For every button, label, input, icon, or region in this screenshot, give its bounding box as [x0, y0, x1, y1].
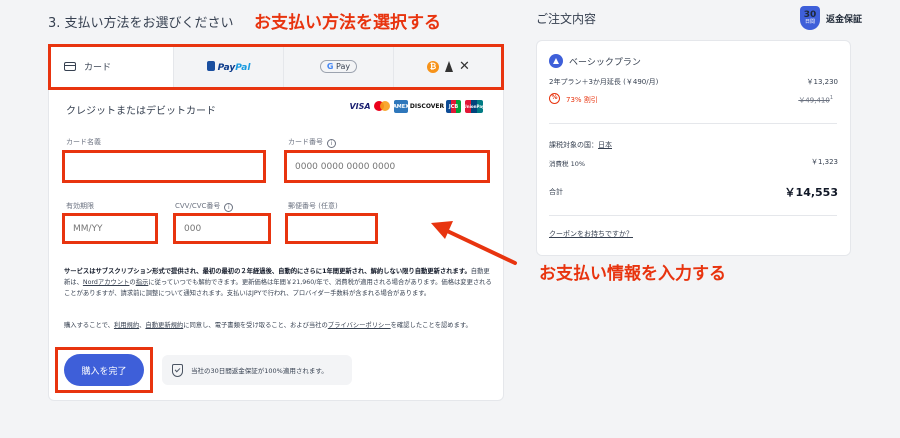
cvv-label: CVV/CVC番号 [175, 202, 221, 210]
postal-code-input[interactable] [285, 213, 378, 244]
total-label: 合計 [549, 188, 563, 196]
total-amount: ￥14,553 [784, 186, 838, 199]
consent-notice: 購入することで、利用規約、自動更新規約に同意し、電子書類を受け取ること、および当… [64, 320, 492, 331]
card-number-label-wrap: カード番号 i [288, 137, 336, 148]
mastercard-logo [374, 100, 390, 113]
plan-detail: 2年プラン＋3か月延長 (￥490/月) [549, 78, 659, 86]
guarantee-unit: 日間 [804, 19, 815, 25]
jcb-logo: JCB [446, 100, 461, 113]
consent-text-a: 購入することで、 [64, 322, 114, 329]
consent-text-c: に同意し、電子書類を受け取ること、および当社の [183, 322, 328, 329]
tax-country-label: 課税対象の国： [549, 141, 598, 149]
card-number-input[interactable] [284, 150, 490, 183]
card-name-input[interactable] [62, 150, 266, 183]
tax-amount: ￥1,323 [810, 158, 838, 166]
nord-account-link[interactable]: Nordアカウント [83, 279, 130, 286]
tax-label: 消費税 10% [549, 160, 586, 168]
privacy-policy-link[interactable]: プライバシーポリシー [328, 322, 391, 329]
annotation-arrow-icon [431, 221, 517, 265]
guarantee-note-text: 当社の30日間返金保証が100%適用されます。 [191, 367, 328, 375]
original-price: ￥49,410 [798, 96, 830, 105]
cvv-input[interactable] [173, 213, 271, 244]
expiry-input[interactable] [62, 213, 158, 244]
amex-logo: AMEX [393, 100, 409, 113]
terms-link[interactable]: 利用規約 [114, 322, 139, 329]
guarantee-label: 返金保証 [826, 14, 863, 25]
annotation-select-method: お支払い方法を選択する [254, 13, 441, 33]
cvv-label-wrap: CVV/CVC番号 i [175, 201, 234, 212]
visa-logo: VISA [349, 102, 371, 111]
expiry-label: 有効期限 [66, 202, 94, 210]
shield-check-icon [172, 363, 183, 377]
complete-purchase-button[interactable]: 購入を完了 [64, 354, 144, 386]
summary-divider [549, 123, 837, 124]
subscription-bold: サービスはサブスクリプション形式で提供され、最初の最初の２年経過後、自動的にさら… [64, 268, 471, 275]
annotation-box-tabs [48, 44, 504, 90]
info-icon[interactable]: i [224, 203, 234, 212]
discover-logo: DISCOVER [409, 103, 445, 110]
money-back-guarantee: 30 日間 返金保証 [800, 6, 862, 30]
original-price-note: 1 [829, 95, 833, 101]
instructions-link[interactable]: 指示 [136, 279, 149, 286]
tax-country-link[interactable]: 日本 [598, 141, 612, 149]
discount-label: 73% 割引 [566, 96, 598, 104]
tax-country-row: 課税対象の国：日本 [549, 140, 612, 150]
plan-name: ベーシックプラン [569, 58, 641, 68]
step-title: 3. 支払い方法をお選びください [48, 16, 234, 31]
card-section-title: クレジットまたはデビットカード [66, 106, 216, 117]
guarantee-note: 当社の30日間返金保証が100%適用されます。 [162, 355, 352, 385]
card-number-label: カード番号 [288, 138, 323, 146]
unionpay-logo: UnionPay [463, 100, 485, 113]
guarantee-badge-icon: 30 日間 [800, 6, 820, 30]
card-name-label: カード名義 [66, 138, 101, 146]
discount-percent-icon: % [549, 93, 560, 104]
plan-icon [549, 54, 563, 68]
coupon-link[interactable]: クーポンをお持ちですか？ [549, 229, 633, 239]
order-summary-title: ご注文内容 [536, 12, 597, 26]
original-price-wrap: ￥49,4101 [760, 95, 833, 105]
info-icon[interactable]: i [327, 139, 336, 148]
auto-renewal-link[interactable]: 自動更新規約 [145, 322, 183, 329]
subscription-notice: サービスはサブスクリプション形式で提供され、最初の最初の２年経過後、自動的にさら… [64, 266, 492, 299]
postal-code-label: 郵便番号 (任意) [288, 202, 338, 210]
card-brand-logos: VISA AMEX DISCOVER JCB UnionPay [349, 100, 485, 113]
annotation-enter-info: お支払い情報を入力する [539, 264, 726, 284]
summary-divider [549, 215, 837, 216]
plan-price: ￥13,230 [806, 78, 839, 86]
consent-text-d: を確認したことを認めます。 [390, 322, 472, 329]
